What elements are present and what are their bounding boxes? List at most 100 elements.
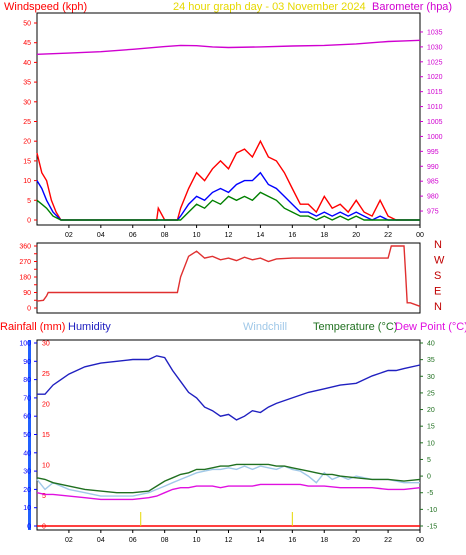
direction-series-group: [36, 245, 421, 307]
direction-tick-label: 90: [23, 290, 31, 297]
wind-panel-frame: [36, 12, 421, 226]
temperature-tick-label: 0: [427, 474, 431, 481]
windspeed-tick-label: 15: [23, 158, 31, 165]
x-tick-label: 08: [161, 537, 169, 544]
x-tick-label: 04: [97, 232, 105, 239]
rainfall-tick-label: 15: [42, 432, 50, 439]
humidity-axis-title: Humidity: [68, 321, 111, 333]
series-line-2: [36, 463, 421, 494]
x-tick-label: 20: [352, 232, 360, 239]
windspeed-tick-label: 0: [27, 218, 31, 225]
direction-tick-label: 270: [19, 259, 31, 266]
x-tick-label: 16: [288, 232, 296, 239]
humidity-tick-label: 10: [23, 505, 31, 512]
humidity-tick-label: 20: [23, 487, 31, 494]
x-tick-label: 14: [257, 232, 265, 239]
compass-label: W: [434, 255, 445, 267]
humidity-x-axis: 02 04 06 08 10 12 14 16 18 20 22 00: [65, 530, 424, 544]
x-tick-label: 10: [193, 537, 201, 544]
barometer-tick-label: 975: [427, 209, 439, 216]
windspeed-tick-label: 10: [23, 178, 31, 185]
direction-axis: 0 90 180 270 360: [19, 244, 37, 313]
windspeed-tick-label: 45: [23, 40, 31, 47]
x-tick-label: 22: [384, 232, 392, 239]
temperature-axis-title: Temperature (°C): [313, 321, 397, 333]
chart-title: 24 hour graph day - 03 November 2024: [173, 1, 366, 13]
windspeed-axis-title: Windspeed (kph): [4, 1, 87, 13]
humidity-tick-label: 40: [23, 450, 31, 457]
barometer-tick-label: 1015: [427, 89, 443, 96]
x-tick-label: 14: [257, 537, 265, 544]
humidity-tick-label: 60: [23, 414, 31, 421]
windspeed-tick-label: 50: [23, 21, 31, 28]
rainfall-tick-label: 20: [42, 402, 50, 409]
series-line-3: [36, 39, 421, 55]
x-tick-label: 20: [352, 537, 360, 544]
series-line-0: [36, 139, 420, 221]
humidity-tick-label: 30: [23, 469, 31, 476]
humidity-tick-label: 80: [23, 377, 31, 384]
windspeed-axis: 0 5 10 15 20 25 30 35 40 45 50: [23, 21, 37, 225]
barometer-axis: 975 980 985 990 995 1000 1005 1010 1015 1020 1025 1…: [420, 29, 443, 216]
direction-panel-frame: [36, 242, 421, 314]
direction-tick-label: 360: [19, 244, 31, 251]
x-tick-label: 16: [288, 537, 296, 544]
x-tick-label: 06: [129, 232, 137, 239]
series-line-0: [37, 355, 421, 421]
temperature-axis: -15 -10 -5 0 5 10 15 20 25 30 35 40: [420, 341, 437, 531]
x-tick-label: 00: [416, 537, 424, 544]
compass-label: E: [434, 286, 441, 298]
windspeed-tick-label: 35: [23, 80, 31, 87]
humidity-series-group: [36, 355, 421, 527]
rainfall-tick-label: 30: [42, 341, 50, 348]
x-tick-label: 12: [225, 232, 233, 239]
weather-graph-canvas: Windspeed (kph) 24 hour graph day - 03 N…: [0, 1, 466, 544]
wind-x-axis: 02 04 06 08 10 12 14 16 18 20 22 00: [65, 225, 424, 239]
windspeed-tick-label: 40: [23, 60, 31, 67]
x-tick-label: 18: [320, 232, 328, 239]
barometer-tick-label: 995: [427, 149, 439, 156]
barometer-tick-label: 1000: [427, 134, 443, 141]
direction-tick-label: 180: [19, 275, 31, 282]
series-line-1: [36, 465, 420, 497]
dewpoint-axis-title: Dew Point (°C): [395, 321, 466, 333]
temperature-tick-label: -10: [427, 507, 437, 514]
temperature-tick-label: -5: [427, 490, 433, 497]
x-tick-label: 02: [65, 232, 73, 239]
barometer-axis-title: Barometer (hpa): [372, 1, 452, 13]
x-tick-label: 06: [129, 537, 137, 544]
humidity-panel-frame: [36, 339, 421, 531]
series-line-0: [36, 245, 421, 307]
temperature-tick-label: 30: [427, 374, 435, 381]
rainfall-axis: 051015202530: [42, 341, 50, 531]
temperature-tick-label: 40: [427, 341, 435, 348]
direction-tick-label: 0: [27, 306, 31, 313]
rainfall-tick-label: 25: [42, 371, 50, 378]
barometer-tick-label: 1005: [427, 119, 443, 126]
compass-labels: NWSEN: [434, 239, 445, 313]
humidity-tick-label: 0: [27, 524, 31, 531]
humidity-tick-label: 50: [23, 432, 31, 439]
x-tick-label: 12: [225, 537, 233, 544]
temperature-tick-label: 5: [427, 457, 431, 464]
rainfall-tick-label: 0: [42, 524, 46, 531]
barometer-tick-label: 985: [427, 179, 439, 186]
temperature-tick-label: 25: [427, 390, 435, 397]
humidity-tick-label: 90: [23, 359, 31, 366]
barometer-tick-label: 1020: [427, 74, 443, 81]
compass-label: S: [434, 270, 441, 282]
temperature-tick-label: 35: [427, 357, 435, 364]
windspeed-tick-label: 30: [23, 99, 31, 106]
windspeed-tick-label: 25: [23, 119, 31, 126]
barometer-tick-label: 1030: [427, 44, 443, 51]
rainfall-axis-title: Rainfall (mm): [0, 321, 65, 333]
windspeed-tick-label: 20: [23, 139, 31, 146]
x-tick-label: 08: [161, 232, 169, 239]
x-tick-label: 00: [416, 232, 424, 239]
barometer-tick-label: 990: [427, 164, 439, 171]
x-tick-label: 10: [193, 232, 201, 239]
humidity-tick-label: 70: [23, 395, 31, 402]
compass-label: N: [434, 239, 442, 251]
temperature-tick-label: 15: [427, 424, 435, 431]
temperature-tick-label: -15: [427, 524, 437, 531]
